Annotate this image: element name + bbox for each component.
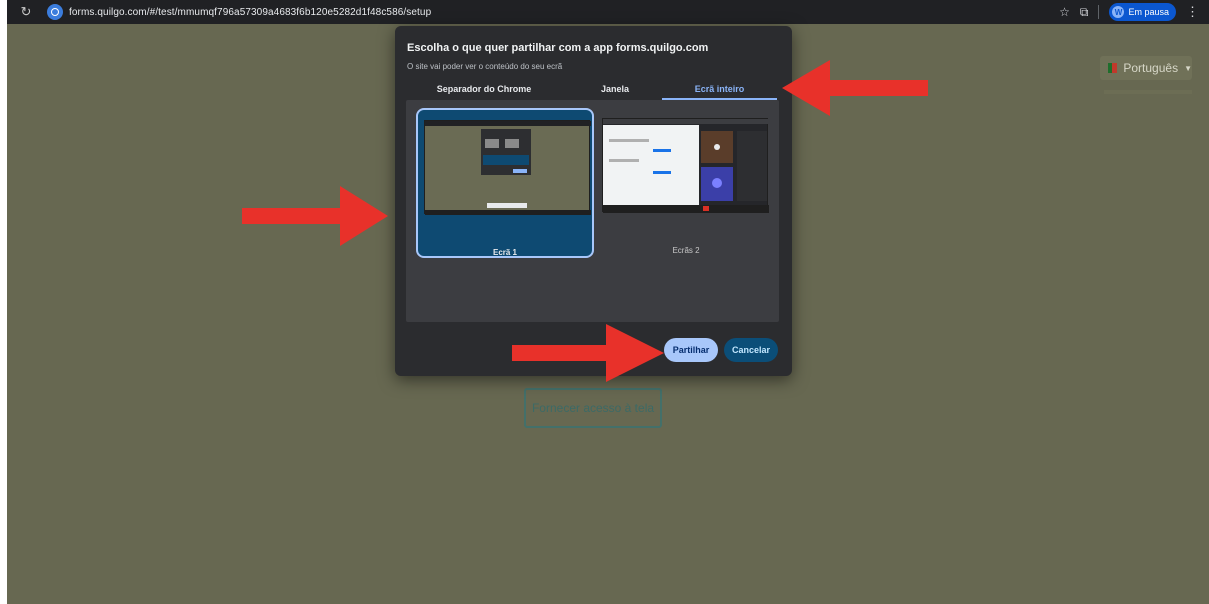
share-tabs: Separador do Chrome Janela Ecrã inteiro — [395, 82, 792, 100]
language-label: Português — [1123, 61, 1179, 75]
profile-button[interactable]: W Em pausa — [1109, 3, 1176, 21]
site-info-icon[interactable] — [47, 4, 63, 20]
screen-1-label: Ecrã 1 — [492, 248, 518, 257]
portugal-flag-icon — [1108, 63, 1118, 73]
screen-1-thumbnail — [424, 120, 591, 215]
more-menu-icon[interactable]: ⋮ — [1186, 4, 1199, 20]
caret-down-icon: ▼ — [1184, 63, 1192, 73]
dialog-subtitle: O site vai poder ver o conteúdo do seu e… — [407, 62, 563, 71]
screen-picker: Ecrã 1 Ecrãs 2 — [406, 100, 779, 322]
screen-access-button[interactable]: Fornecer acesso à tela — [524, 388, 662, 428]
screen-2-label: Ecrãs 2 — [672, 246, 700, 255]
address-bar[interactable]: forms.quilgo.com/#/test/mmumqf796a57309a… — [69, 7, 431, 18]
arrow-to-share-button-icon — [512, 324, 664, 382]
language-selector[interactable]: Português ▼ — [1100, 56, 1192, 80]
language-underline — [1104, 90, 1192, 94]
cancel-button[interactable]: Cancelar — [724, 338, 778, 362]
bookmark-star-icon[interactable]: ☆ — [1059, 5, 1070, 19]
screen-option-2[interactable]: Ecrãs 2 — [602, 108, 770, 258]
tab-window[interactable]: Janela — [585, 84, 645, 94]
toolbar-right: ☆ ⧉ W Em pausa ⋮ — [1059, 0, 1199, 24]
dialog-title: Escolha o que quer partilhar com a app f… — [407, 42, 709, 54]
arrow-to-entire-screen-tab-icon — [782, 60, 928, 116]
browser-toolbar: ↻ forms.quilgo.com/#/test/mmumqf796a5730… — [7, 0, 1209, 24]
tab-chrome-tab[interactable]: Separador do Chrome — [429, 84, 539, 94]
toolbar-divider — [1098, 5, 1100, 19]
dialog-actions: Partilhar Cancelar — [664, 338, 778, 362]
screen-2-thumbnail — [602, 118, 769, 213]
screen-option-1[interactable]: Ecrã 1 — [416, 108, 594, 258]
reload-icon[interactable]: ↻ — [15, 0, 37, 24]
avatar: W — [1112, 6, 1125, 18]
tab-entire-screen[interactable]: Ecrã inteiro — [662, 84, 777, 94]
profile-status-label: Em pausa — [1128, 7, 1169, 17]
arrow-to-screen-1-icon — [242, 186, 388, 246]
extensions-icon[interactable]: ⧉ — [1080, 5, 1089, 20]
share-button[interactable]: Partilhar — [664, 338, 718, 362]
